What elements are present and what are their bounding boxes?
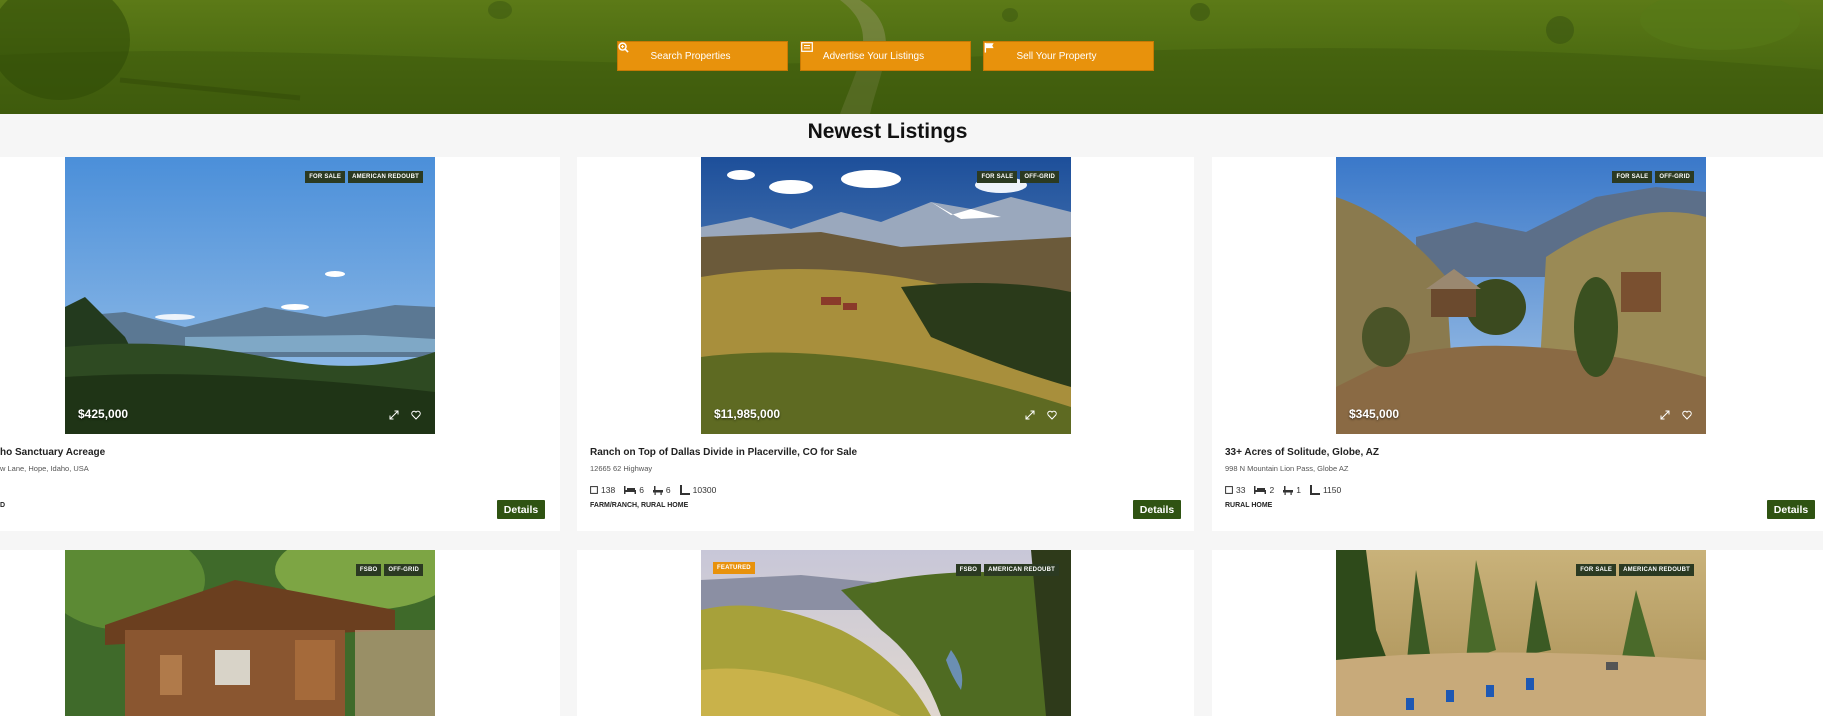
listing-title[interactable]: ho Sanctuary Acreage [0, 447, 105, 458]
category-badge: American Redoubt [348, 171, 423, 183]
expand-icon[interactable] [388, 409, 399, 420]
status-badge: For Sale [305, 171, 346, 183]
ruler-icon [1309, 485, 1320, 495]
listing-photo[interactable]: For Sale Off-Grid $345,000 [1336, 157, 1706, 434]
listing-type: RURAL HOME [1225, 502, 1273, 509]
badge-group: For Sale Off-Grid [977, 171, 1059, 183]
acres-value: 138 [601, 485, 616, 495]
listing-card[interactable]: FSBO Off-Grid [0, 550, 560, 716]
bed-icon [624, 486, 637, 494]
listing-specs: 33 2 1 1150 [1225, 485, 1341, 495]
section-title: Newest Listings [807, 120, 968, 143]
status-badge: For Sale [1612, 171, 1653, 183]
badge-group: For Sale American Redoubt [1576, 564, 1694, 576]
status-badge: For Sale [1576, 564, 1617, 576]
listing-card[interactable]: For Sale Off-Grid $11,985,000 Ranch on T… [577, 157, 1194, 531]
listing-price: $345,000 [1349, 407, 1400, 421]
advertise-listings-label: Advertise Your Listings [822, 50, 925, 62]
listing-type: D [0, 502, 6, 509]
category-badge: American Redoubt [984, 564, 1059, 576]
listing-type: FARM/RANCH, RURAL HOME [590, 502, 689, 509]
acres-value: 33 [1236, 485, 1246, 495]
listing-card-icon [801, 42, 948, 62]
search-plus-icon [618, 42, 755, 62]
listing-photo[interactable]: Featured FSBO American Redoubt [701, 550, 1071, 716]
acres-spec: 33 [1225, 485, 1245, 495]
status-badge: FSBO [355, 564, 382, 576]
beds-value: 2 [1269, 485, 1275, 495]
status-badge: FSBO [955, 564, 982, 576]
favorite-heart-icon[interactable] [1681, 409, 1692, 420]
badge-group: For Sale Off-Grid [1612, 171, 1694, 183]
category-badge: Off-Grid [1655, 171, 1694, 183]
bath-icon [1283, 485, 1294, 495]
bed-icon [1254, 486, 1267, 494]
area-icon [590, 486, 598, 494]
favorite-heart-icon[interactable] [410, 409, 421, 420]
expand-icon[interactable] [1024, 409, 1035, 420]
sqft-value: 1150 [1322, 485, 1342, 495]
listing-price: $425,000 [78, 407, 129, 421]
listing-card[interactable]: Featured FSBO American Redoubt [577, 550, 1194, 716]
listing-card[interactable]: For Sale American Redoubt [1212, 550, 1823, 716]
sqft-spec: 1150 [1309, 485, 1342, 495]
badge-group: For Sale American Redoubt [305, 171, 423, 183]
listing-price: $11,985,000 [714, 407, 781, 421]
listing-photo[interactable]: For Sale American Redoubt $425,000 [65, 157, 435, 434]
listing-title[interactable]: 33+ Acres of Solitude, Globe, AZ [1225, 447, 1379, 458]
listing-photo[interactable]: FSBO Off-Grid [65, 550, 435, 716]
search-properties-label: Search Properties [650, 50, 731, 62]
ruler-icon [679, 485, 690, 495]
listing-address: w Lane, Hope, Idaho, USA [0, 464, 89, 473]
baths-spec: 1 [1283, 485, 1301, 495]
badge-group: FSBO American Redoubt [955, 564, 1059, 576]
hero-banner: Search Properties Advertise Your Listing… [0, 0, 1823, 114]
details-button[interactable]: Details [497, 500, 545, 519]
category-badge: American Redoubt [1619, 564, 1694, 576]
details-button[interactable]: Details [1133, 500, 1181, 519]
category-badge: Off-Grid [384, 564, 423, 576]
area-icon [1225, 486, 1233, 494]
sell-property-label: Sell Your Property [1016, 50, 1097, 62]
beds-spec: 6 [624, 485, 644, 495]
details-button[interactable]: Details [1767, 500, 1815, 519]
listing-specs: 138 6 6 10300 [590, 485, 716, 495]
featured-badge: Featured [713, 562, 755, 574]
baths-spec: 6 [652, 485, 671, 495]
flag-icon [984, 42, 1121, 62]
listing-photo[interactable]: For Sale American Redoubt [1336, 550, 1706, 716]
acres-spec: 138 [590, 485, 615, 495]
expand-icon[interactable] [1659, 409, 1670, 420]
favorite-heart-icon[interactable] [1046, 409, 1057, 420]
listing-address: 12665 62 Highway [590, 464, 653, 473]
beds-spec: 2 [1254, 485, 1274, 495]
sqft-spec: 10300 [679, 485, 717, 495]
category-badge: Off-Grid [1020, 171, 1059, 183]
advertise-listings-button[interactable]: Advertise Your Listings [800, 41, 971, 71]
sell-property-button[interactable]: Sell Your Property [983, 41, 1154, 71]
baths-value: 1 [1296, 485, 1301, 495]
badge-group: FSBO Off-Grid [355, 564, 423, 576]
listing-address: 998 N Mountain Lion Pass, Globe AZ [1225, 464, 1349, 473]
search-properties-button[interactable]: Search Properties [617, 41, 788, 71]
sqft-value: 10300 [692, 485, 717, 495]
beds-value: 6 [639, 485, 644, 495]
bath-icon [652, 485, 663, 495]
listing-title[interactable]: Ranch on Top of Dallas Divide in Placerv… [590, 447, 857, 458]
listing-card[interactable]: For Sale Off-Grid $345,000 33+ Acres of … [1212, 157, 1823, 531]
baths-value: 6 [665, 485, 671, 495]
status-badge: For Sale [977, 171, 1018, 183]
listing-card[interactable]: For Sale American Redoubt $425,000 ho Sa… [0, 157, 560, 531]
listing-photo[interactable]: For Sale Off-Grid $11,985,000 [701, 157, 1071, 434]
